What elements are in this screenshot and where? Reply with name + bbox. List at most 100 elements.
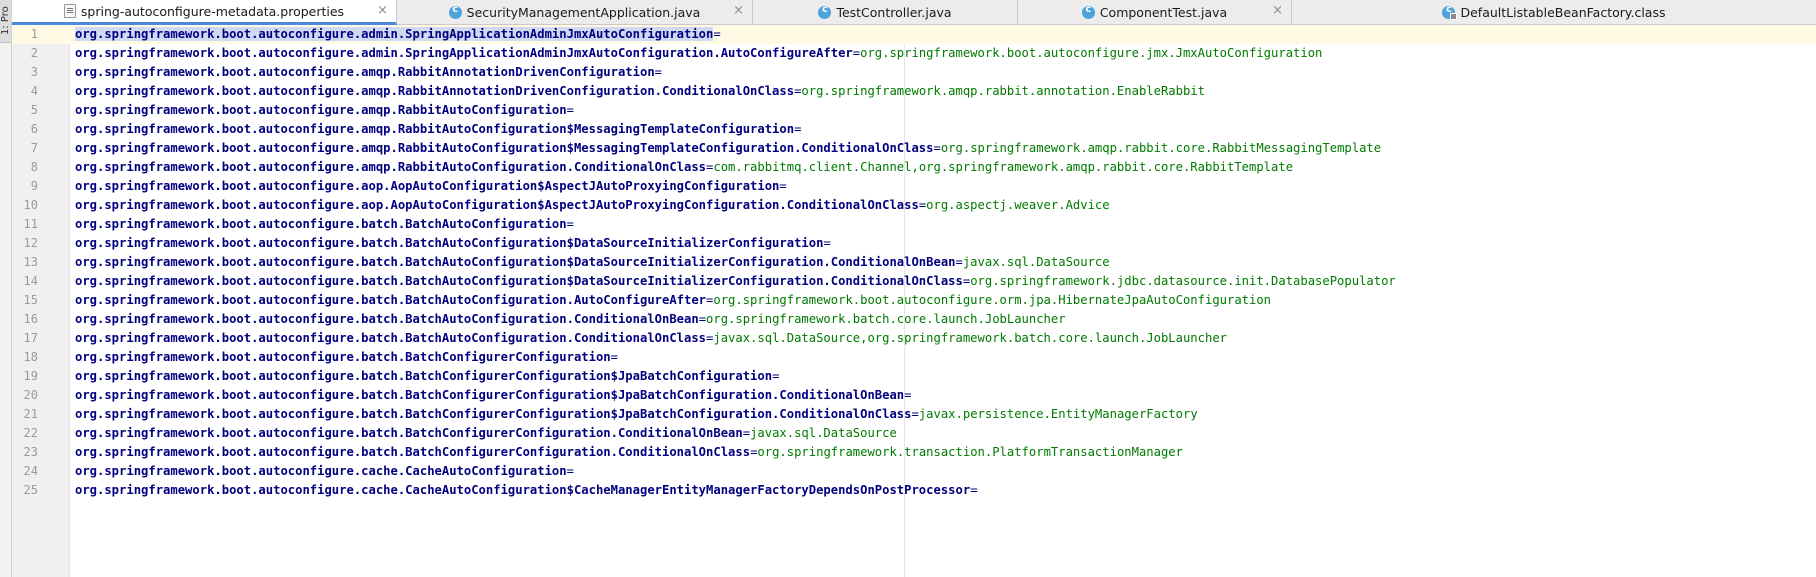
code-line[interactable]: 8 org.springframework.boot.autoconfigure.… (12, 158, 1816, 177)
code-line[interactable]: 6 org.springframework.boot.autoconfigure.… (12, 120, 1816, 139)
editor-tab-bar: spring-autoconfigure-metadata.properties… (12, 0, 1816, 25)
property-key: org.springframework.boot.autoconfigure.b… (75, 331, 707, 345)
property-value: org.springframework.jdbc.datasource.init… (970, 274, 1396, 288)
line-number: 23 (23, 445, 38, 459)
project-tool-window-button[interactable]: 1: Pro (0, 0, 11, 43)
property-key: org.springframework.boot.autoconfigure.a… (75, 179, 780, 193)
line-content[interactable]: org.springframework.boot.autoconfigure.a… (75, 196, 1110, 215)
code-line[interactable]: 7 org.springframework.boot.autoconfigure.… (12, 139, 1816, 158)
line-content[interactable]: org.springframework.boot.autoconfigure.b… (75, 367, 779, 386)
code-line[interactable]: 17 org.springframework.boot.autoconfigure… (12, 329, 1816, 348)
java-class-icon (818, 4, 832, 19)
code-line[interactable]: 4 org.springframework.boot.autoconfigure.… (12, 82, 1816, 101)
line-content[interactable]: org.springframework.boot.autoconfigure.b… (75, 215, 574, 234)
code-line[interactable]: 13 org.springframework.boot.autoconfigure… (12, 253, 1816, 272)
code-line[interactable]: 25 org.springframework.boot.autoconfigure… (12, 481, 1816, 500)
property-key: org.springframework.boot.autoconfigure.a… (75, 84, 795, 98)
line-content[interactable]: org.springframework.boot.autoconfigure.b… (75, 253, 1110, 272)
tab-component-test[interactable]: ComponentTest.java × (1018, 0, 1292, 24)
assignment-operator: = (566, 464, 574, 478)
line-content[interactable]: org.springframework.boot.autoconfigure.b… (75, 443, 1183, 462)
code-line[interactable]: 2 org.springframework.boot.autoconfigure.… (12, 44, 1816, 63)
property-key: org.springframework.boot.autoconfigure.a… (75, 65, 655, 79)
line-content[interactable]: org.springframework.boot.autoconfigure.c… (75, 481, 978, 500)
code-line[interactable]: 22 org.springframework.boot.autoconfigure… (12, 424, 1816, 443)
assignment-operator: = (823, 236, 831, 250)
line-content[interactable]: org.springframework.boot.autoconfigure.a… (75, 63, 662, 82)
property-key: org.springframework.boot.autoconfigure.b… (75, 350, 611, 364)
line-content[interactable]: org.springframework.boot.autoconfigure.b… (75, 405, 1198, 424)
property-key: org.springframework.boot.autoconfigure.b… (75, 445, 751, 459)
line-number: 7 (30, 141, 38, 155)
tab-security-management-application[interactable]: SecurityManagementApplication.java × (397, 0, 753, 24)
line-content[interactable]: org.springframework.boot.autoconfigure.b… (75, 348, 618, 367)
code-line[interactable]: 12 org.springframework.boot.autoconfigure… (12, 234, 1816, 253)
line-content[interactable]: org.springframework.boot.autoconfigure.b… (75, 310, 1066, 329)
line-content[interactable]: org.springframework.boot.autoconfigure.a… (75, 101, 574, 120)
code-line[interactable]: 9 org.springframework.boot.autoconfigure.… (12, 177, 1816, 196)
line-number: 9 (30, 179, 38, 193)
tab-test-controller[interactable]: TestController.java (753, 0, 1018, 24)
line-content[interactable]: org.springframework.boot.autoconfigure.a… (75, 139, 1381, 158)
line-content[interactable]: org.springframework.boot.autoconfigure.a… (75, 25, 721, 44)
code-line[interactable]: 3 org.springframework.boot.autoconfigure.… (12, 63, 1816, 82)
code-line[interactable]: 10 org.springframework.boot.autoconfigure… (12, 196, 1816, 215)
assignment-operator: = (955, 255, 963, 269)
java-class-icon (1081, 4, 1095, 19)
line-number: 14 (23, 274, 38, 288)
line-content[interactable]: org.springframework.boot.autoconfigure.a… (75, 120, 801, 139)
project-tool-window-label: 1: Pro (0, 6, 11, 35)
assignment-operator: = (794, 122, 802, 136)
code-line[interactable]: 16 org.springframework.boot.autoconfigure… (12, 310, 1816, 329)
line-content[interactable]: org.springframework.boot.autoconfigure.b… (75, 329, 1227, 348)
tab-label: SecurityManagementApplication.java (466, 4, 701, 20)
property-value: org.springframework.boot.autoconfigure.o… (713, 293, 1272, 307)
tab-default-listable-bean-factory[interactable]: DefaultListableBeanFactory.class (1292, 0, 1816, 24)
property-value: javax.persistence.EntityManagerFactory (918, 407, 1198, 421)
line-content[interactable]: org.springframework.boot.autoconfigure.b… (75, 291, 1271, 310)
line-content[interactable]: org.springframework.boot.autoconfigure.b… (75, 272, 1396, 291)
line-content[interactable]: org.springframework.boot.autoconfigure.a… (75, 158, 1293, 177)
code-line[interactable]: 19 org.springframework.boot.autoconfigure… (12, 367, 1816, 386)
code-line[interactable]: 20 org.springframework.boot.autoconfigure… (12, 386, 1816, 405)
property-key: org.springframework.boot.autoconfigure.b… (75, 236, 824, 250)
code-line[interactable]: 21 org.springframework.boot.autoconfigure… (12, 405, 1816, 424)
code-line[interactable]: 1 org.springframework.boot.autoconfigure.… (12, 25, 1816, 44)
code-line[interactable]: 11 org.springframework.boot.autoconfigure… (12, 215, 1816, 234)
line-content[interactable]: org.springframework.boot.autoconfigure.a… (75, 44, 1322, 63)
line-content[interactable]: org.springframework.boot.autoconfigure.b… (75, 386, 911, 405)
property-value: com.rabbitmq.client.Channel,org.springfr… (713, 160, 1294, 174)
property-value: javax.sql.DataSource (962, 255, 1110, 269)
line-content[interactable]: org.springframework.boot.autoconfigure.a… (75, 82, 1205, 101)
code-line[interactable]: 14 org.springframework.boot.autoconfigure… (12, 272, 1816, 291)
close-icon[interactable]: × (733, 4, 744, 18)
line-number: 8 (30, 160, 38, 174)
code-line[interactable]: 5 org.springframework.boot.autoconfigure.… (12, 101, 1816, 120)
close-icon[interactable]: × (377, 4, 388, 18)
line-content[interactable]: org.springframework.boot.autoconfigure.a… (75, 177, 787, 196)
property-value: javax.sql.DataSource,org.springframework… (713, 331, 1227, 345)
property-key: org.springframework.boot.autoconfigure.b… (75, 426, 743, 440)
assignment-operator: = (742, 426, 751, 440)
line-number: 2 (30, 46, 38, 60)
property-key: org.springframework.boot.autoconfigure.a… (75, 27, 714, 41)
assignment-operator: = (779, 179, 787, 193)
property-key: org.springframework.boot.autoconfigure.a… (75, 46, 853, 60)
property-value: org.springframework.batch.core.launch.Jo… (706, 312, 1066, 326)
line-number: 21 (23, 407, 38, 421)
line-content[interactable]: org.springframework.boot.autoconfigure.c… (75, 462, 574, 481)
line-content[interactable]: org.springframework.boot.autoconfigure.b… (75, 234, 831, 253)
close-icon[interactable]: × (1272, 4, 1283, 18)
code-line[interactable]: 15 org.springframework.boot.autoconfigure… (12, 291, 1816, 310)
tab-label: spring-autoconfigure-metadata.properties (80, 3, 345, 19)
code-line[interactable]: 18 org.springframework.boot.autoconfigure… (12, 348, 1816, 367)
assignment-operator: = (698, 312, 707, 326)
line-content[interactable]: org.springframework.boot.autoconfigure.b… (75, 424, 897, 443)
line-number: 25 (23, 483, 38, 497)
assignment-operator: = (933, 141, 941, 155)
tab-label: DefaultListableBeanFactory.class (1460, 4, 1666, 20)
code-line[interactable]: 23 org.springframework.boot.autoconfigure… (12, 443, 1816, 462)
tab-spring-autoconfigure-metadata[interactable]: spring-autoconfigure-metadata.properties… (12, 0, 397, 25)
project-tool-window-strip: 1: Pro (0, 0, 12, 577)
code-line[interactable]: 24 org.springframework.boot.autoconfigure… (12, 462, 1816, 481)
